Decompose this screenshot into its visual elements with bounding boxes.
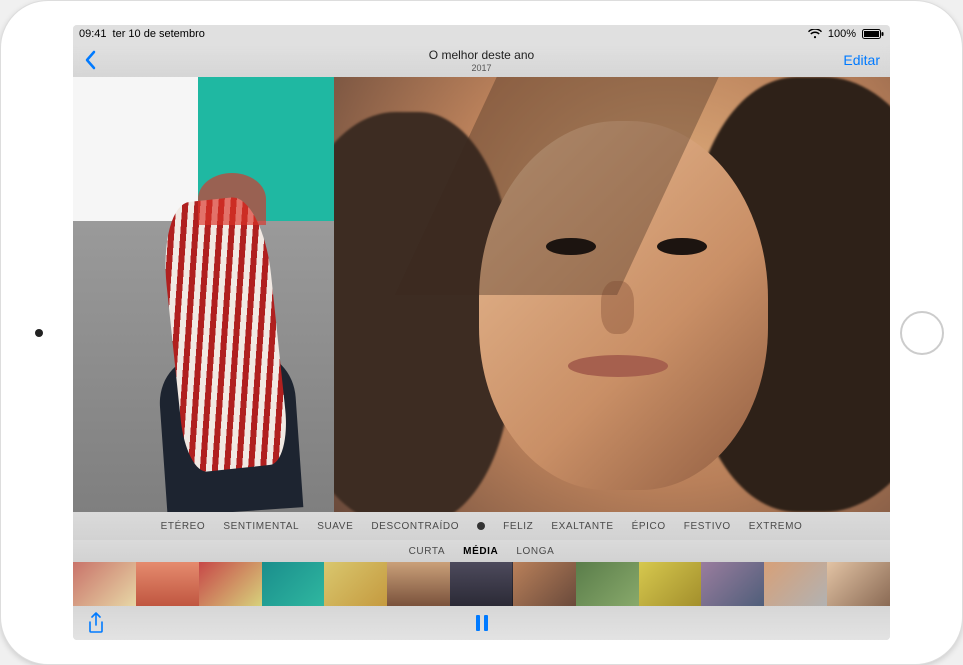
slideshow-photo-right [334, 77, 890, 512]
mood-option-festivo[interactable]: FESTIVO [684, 521, 731, 532]
thumbnail[interactable] [639, 562, 702, 606]
status-bar: 09:41 ter 10 de setembro 100% [73, 25, 890, 43]
ipad-device-frame: 09:41 ter 10 de setembro 100% O melhor d… [0, 0, 963, 665]
slideshow-photo-left [73, 77, 334, 512]
thumbnail[interactable] [764, 562, 827, 606]
thumbnail[interactable] [450, 562, 513, 606]
nav-title-group: O melhor deste ano 2017 [73, 48, 890, 73]
mood-option-descontraído[interactable]: DESCONTRAÍDO [371, 521, 459, 532]
thumbnail[interactable] [576, 562, 639, 606]
back-button[interactable] [83, 50, 97, 70]
thumbnail[interactable] [827, 562, 890, 606]
pause-button[interactable] [475, 615, 489, 631]
bottom-toolbar [73, 606, 890, 640]
mood-option-épico[interactable]: ÉPICO [632, 521, 666, 532]
home-button[interactable] [900, 311, 944, 355]
mood-option-etéreo[interactable]: ETÉREO [161, 521, 206, 532]
mood-option-extremo[interactable]: EXTREMO [749, 521, 803, 532]
thumbnail[interactable] [199, 562, 262, 606]
thumbnail[interactable] [701, 562, 764, 606]
memory-title: O melhor deste ano [73, 48, 890, 62]
thumbnail[interactable] [324, 562, 387, 606]
thumbnail-strip[interactable] [73, 562, 890, 606]
battery-icon [862, 29, 884, 39]
length-option-curta[interactable]: CURTA [409, 546, 446, 557]
mood-option-suave[interactable]: SUAVE [317, 521, 353, 532]
memory-subtitle: 2017 [73, 63, 890, 73]
edit-button[interactable]: Editar [843, 52, 880, 68]
screen: 09:41 ter 10 de setembro 100% O melhor d… [73, 25, 890, 640]
mood-option-exaltante[interactable]: EXALTANTE [551, 521, 613, 532]
thumbnail[interactable] [136, 562, 199, 606]
mood-selector[interactable]: ETÉREO SENTIMENTAL SUAVE DESCONTRAÍDO FELIZ E… [73, 512, 890, 540]
share-button[interactable] [87, 612, 105, 634]
length-option-longa[interactable]: LONGA [516, 546, 554, 557]
thumbnail[interactable] [262, 562, 325, 606]
status-battery: 100% [828, 28, 856, 40]
wifi-icon [808, 29, 822, 39]
mood-option-feliz[interactable]: FELIZ [503, 521, 533, 532]
length-option-média[interactable]: MÉDIA [463, 546, 498, 557]
thumbnail[interactable] [513, 562, 576, 606]
mood-indicator-dot [477, 522, 485, 530]
slideshow-viewport[interactable] [73, 77, 890, 512]
device-camera [35, 329, 43, 337]
thumbnail[interactable] [73, 562, 136, 606]
thumbnail[interactable] [387, 562, 450, 606]
length-selector[interactable]: CURTA MÉDIA LONGA [73, 540, 890, 562]
status-time: 09:41 [79, 28, 107, 40]
nav-bar: O melhor deste ano 2017 Editar [73, 43, 890, 77]
status-date: ter 10 de setembro [113, 28, 205, 40]
mood-option-sentimental[interactable]: SENTIMENTAL [223, 521, 299, 532]
